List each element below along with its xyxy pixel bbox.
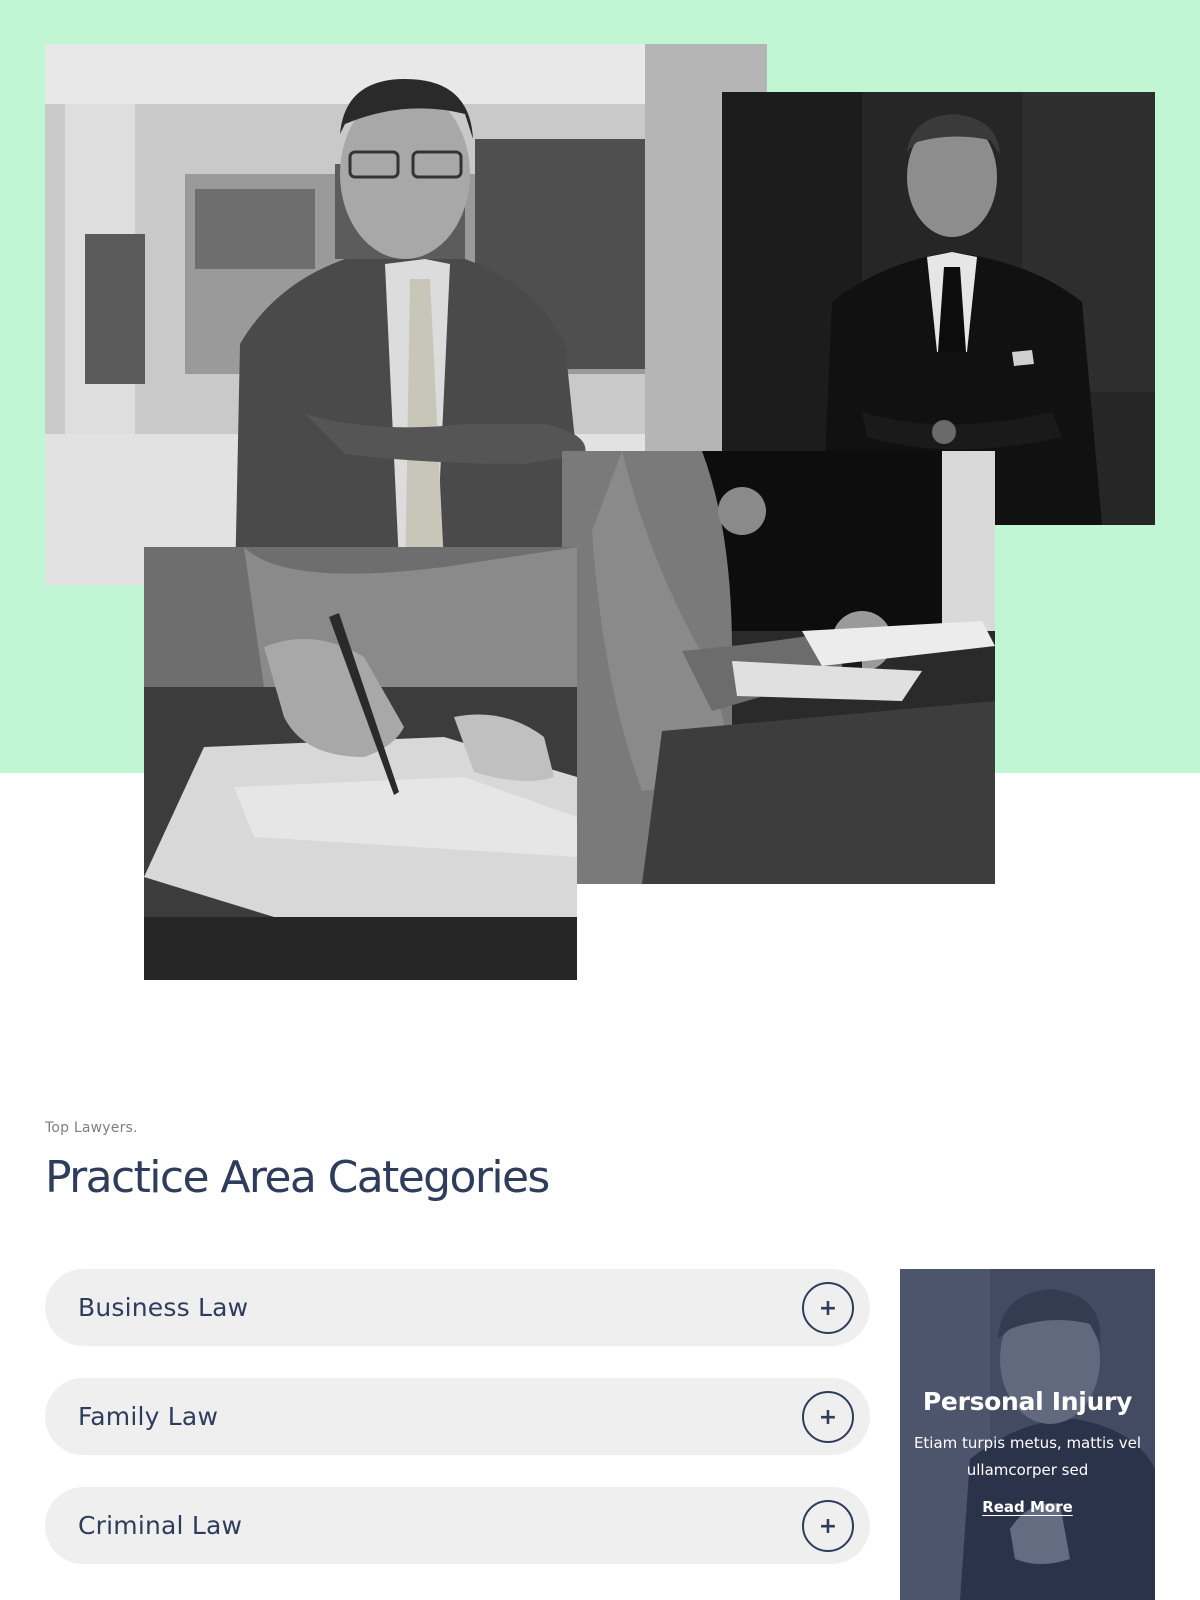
read-more-link[interactable]: Read More bbox=[982, 1498, 1073, 1516]
personal-injury-card: Personal Injury Etiam turpis metus, matt… bbox=[900, 1269, 1155, 1600]
section-header: Top Lawyers. Practice Area Categories bbox=[45, 1120, 550, 1203]
meeting-at-table-image bbox=[562, 451, 995, 884]
accordion-item-business-law[interactable]: Business Law + bbox=[45, 1269, 870, 1346]
accordion-item-criminal-law[interactable]: Criminal Law + bbox=[45, 1487, 870, 1564]
section-heading: Practice Area Categories bbox=[45, 1152, 550, 1203]
page: Top Lawyers. Practice Area Categories Bu… bbox=[0, 0, 1200, 1600]
section-eyebrow: Top Lawyers. bbox=[45, 1120, 138, 1136]
hand-signing-document-image bbox=[144, 547, 577, 980]
plus-icon[interactable]: + bbox=[802, 1391, 854, 1443]
promo-title: Personal Injury bbox=[922, 1387, 1133, 1416]
accordion-item-family-law[interactable]: Family Law + bbox=[45, 1378, 870, 1455]
plus-icon[interactable]: + bbox=[802, 1282, 854, 1334]
accordion-label: Family Law bbox=[78, 1402, 219, 1431]
plus-icon[interactable]: + bbox=[802, 1500, 854, 1552]
accordion-label: Criminal Law bbox=[78, 1511, 243, 1540]
promo-text: Etiam turpis metus, mattis vel ullamcorp… bbox=[913, 1434, 1142, 1479]
promo-content: Personal Injury Etiam turpis metus, matt… bbox=[900, 1387, 1155, 1516]
practice-area-accordion: Business Law + Family Law + Criminal Law… bbox=[45, 1269, 870, 1596]
accordion-label: Business Law bbox=[78, 1293, 249, 1322]
